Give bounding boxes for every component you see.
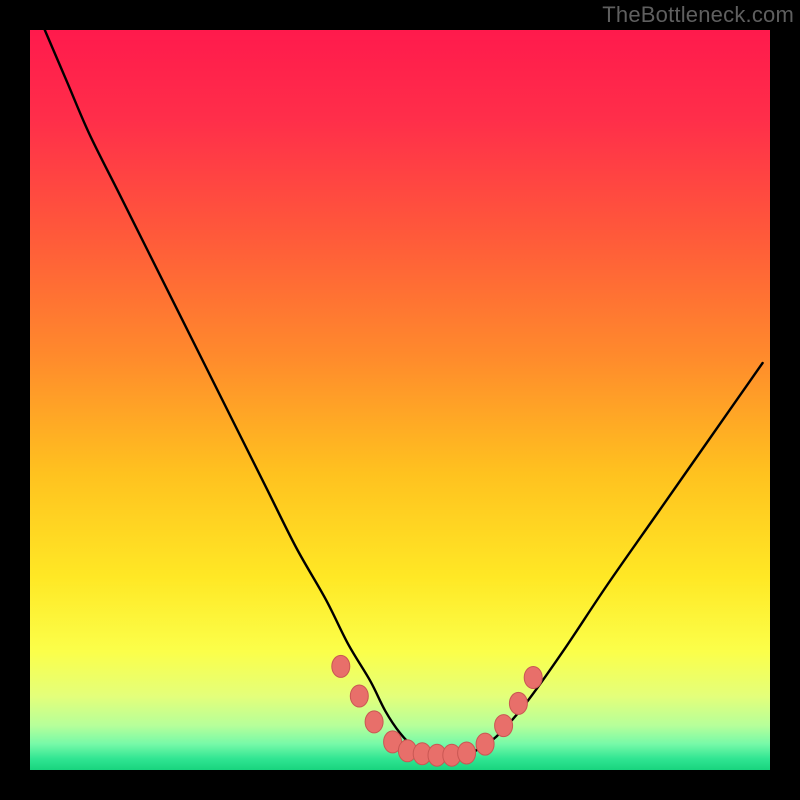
- bottleneck-curve: [45, 30, 763, 756]
- chart-curve-layer: [30, 30, 770, 770]
- curve-marker: [350, 685, 368, 707]
- curve-marker: [495, 715, 513, 737]
- curve-marker: [509, 692, 527, 714]
- curve-marker: [332, 655, 350, 677]
- curve-markers: [332, 655, 542, 766]
- curve-marker: [524, 667, 542, 689]
- curve-marker: [365, 711, 383, 733]
- curve-marker: [458, 742, 476, 764]
- chart-frame: TheBottleneck.com: [0, 0, 800, 800]
- plot-area: [30, 30, 770, 770]
- curve-marker: [476, 733, 494, 755]
- watermark-label: TheBottleneck.com: [602, 2, 794, 28]
